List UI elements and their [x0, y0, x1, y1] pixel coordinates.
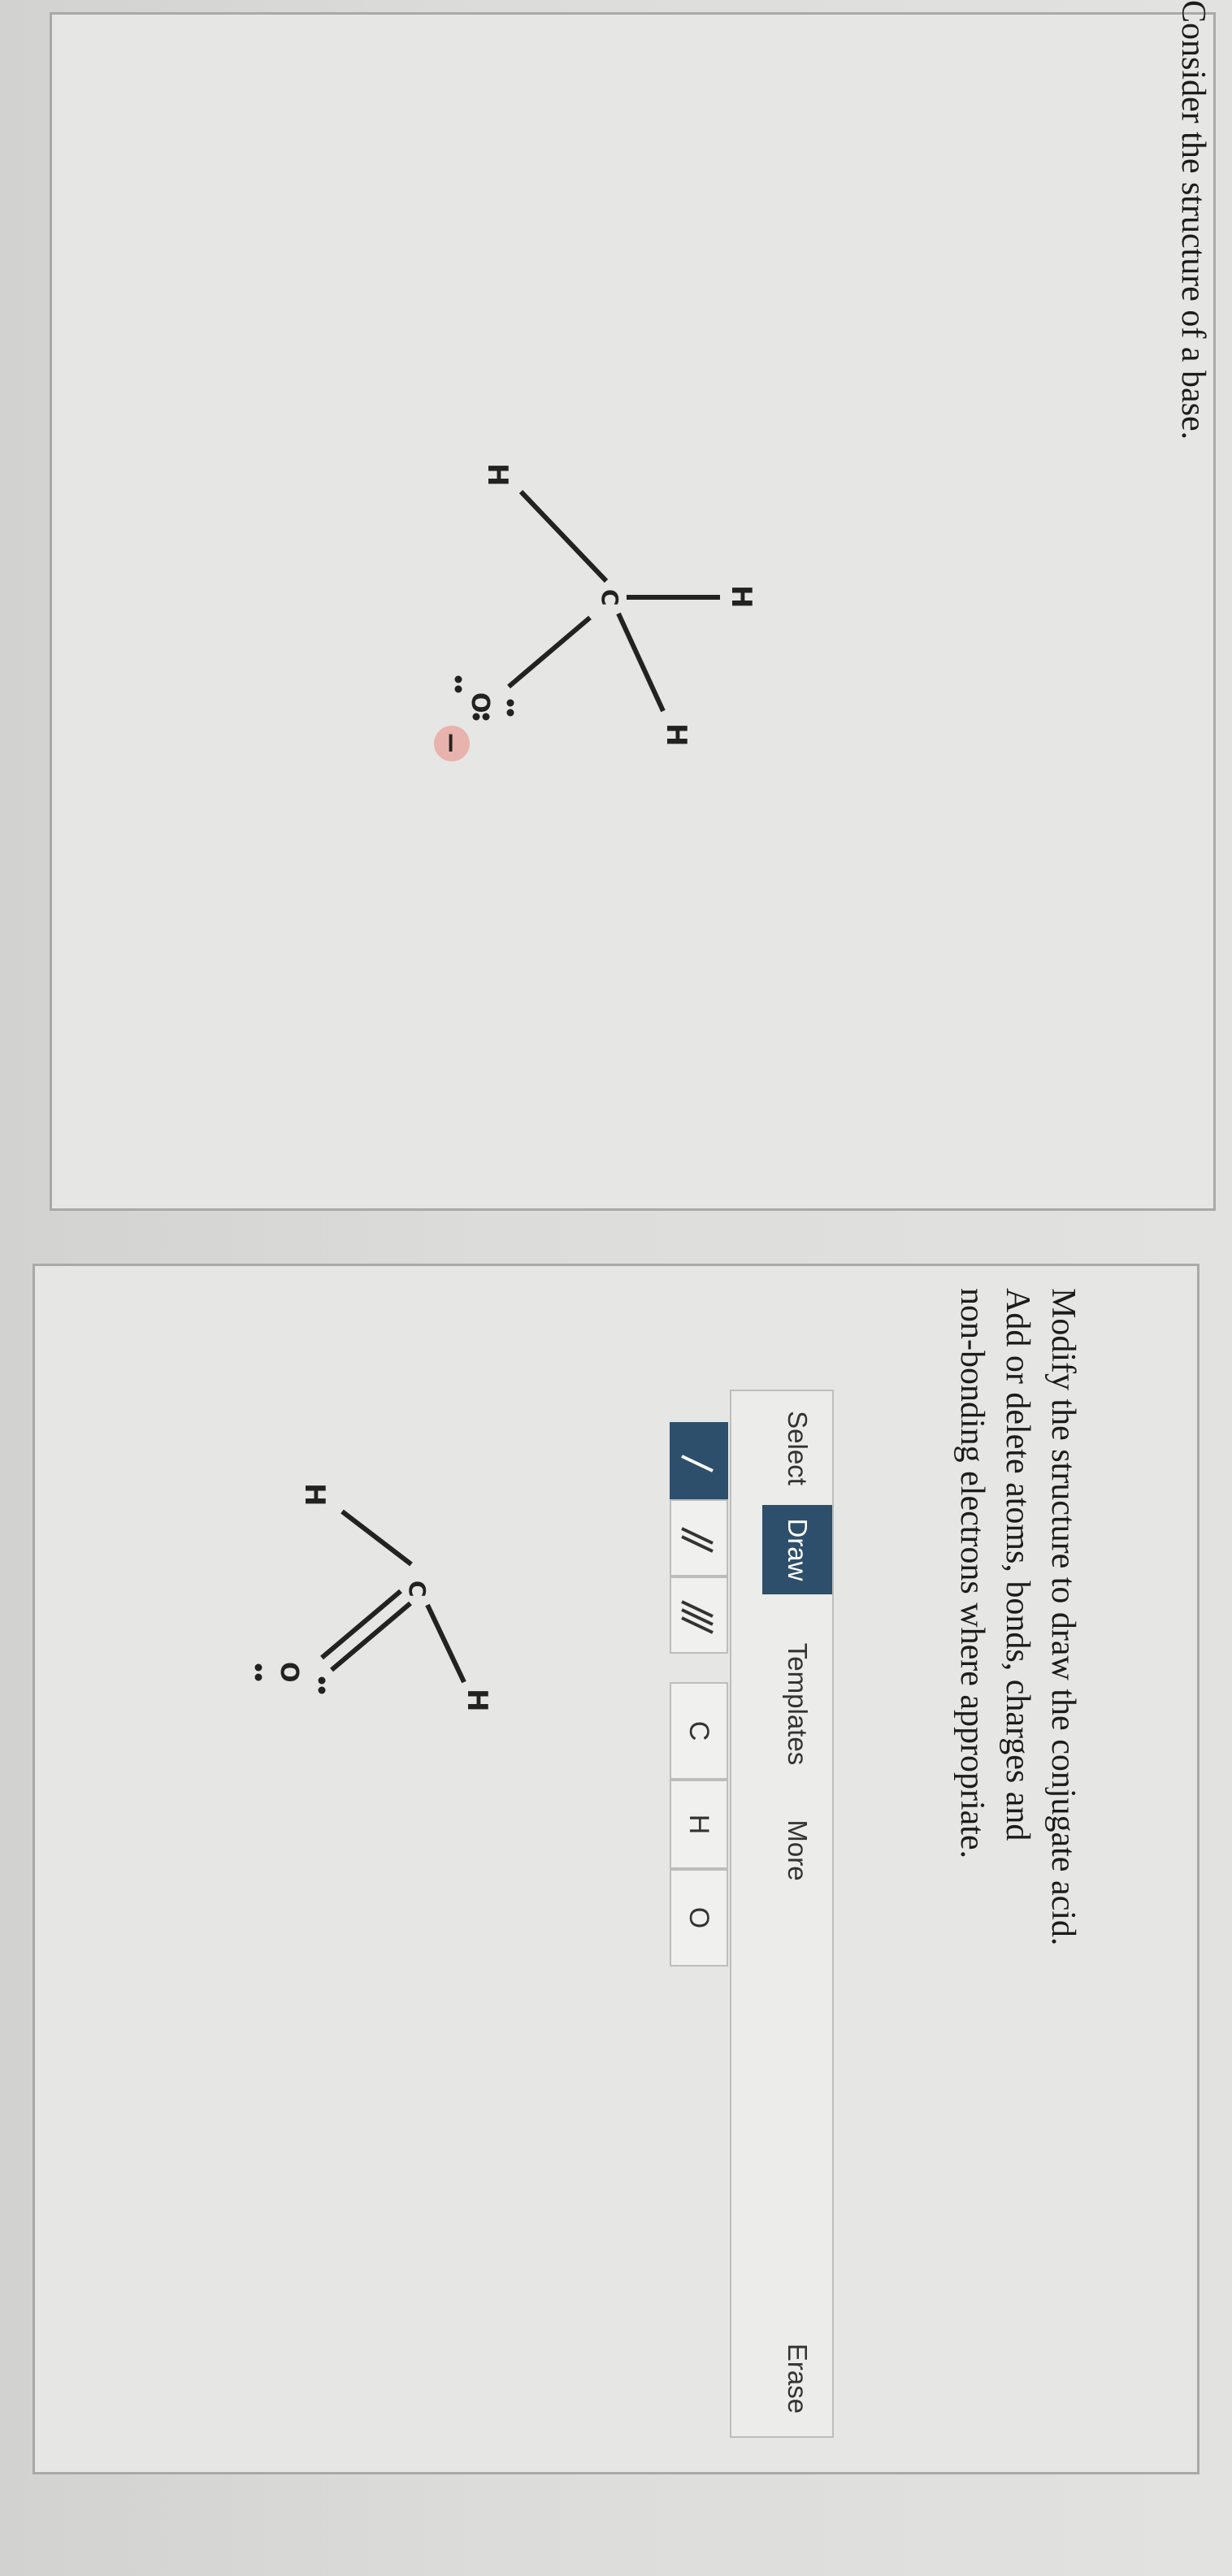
atom-c-button[interactable]: C [670, 1682, 728, 1780]
acid-prompt: Modify the structure to draw the conjuga… [949, 1288, 1086, 2263]
bond-c-h-left [341, 1509, 413, 1567]
screen: Consider the structure of a base. Modify… [0, 0, 1232, 2576]
double-bond-button[interactable] [670, 1499, 728, 1576]
atom-h-left: H [481, 463, 514, 486]
drawing-toolbar: Select Draw Templates More Erase [730, 1390, 834, 2438]
lone-pair-dot [254, 1673, 262, 1681]
lone-pair-dot [506, 699, 514, 707]
atom-h-top: H [725, 585, 757, 608]
bond-c-h-right [425, 1603, 466, 1684]
atom-c: C [404, 1581, 431, 1598]
bond-c-o [507, 615, 592, 689]
double-bond-icon [681, 1527, 714, 1553]
bond-c-h-left [518, 489, 609, 583]
lone-pair-dot [454, 685, 462, 693]
single-bond-button[interactable] [670, 1422, 728, 1499]
bond-c-h-right [616, 612, 666, 713]
tab-select[interactable]: Select [762, 1391, 832, 1505]
atom-o-button[interactable]: O [670, 1869, 728, 1967]
triple-bond-icon [681, 1600, 714, 1634]
lone-pair-dot [472, 713, 480, 721]
lone-pair-dot [506, 709, 514, 717]
atom-h-button[interactable]: H [670, 1780, 728, 1869]
atom-h-right: H [461, 1689, 493, 1711]
single-bond-icon [681, 1455, 714, 1472]
lone-pair-dot [482, 713, 490, 721]
lone-pair-dot [318, 1686, 326, 1694]
atom-h-right: H [660, 723, 692, 746]
tab-templates[interactable]: Templates [762, 1611, 832, 1798]
tab-draw[interactable]: Draw [762, 1505, 832, 1594]
tab-more[interactable]: More [762, 1802, 832, 1899]
base-molecule: H C H H O − [434, 463, 757, 761]
negative-charge: − [435, 731, 467, 755]
triple-bond-button[interactable] [670, 1576, 728, 1654]
base-prompt: Consider the structure of a base. [1174, 0, 1212, 440]
acid-prompt-line-3: non-bonding electrons where appropriate. [953, 1288, 991, 1859]
atom-o: O [466, 692, 494, 713]
lone-pair-dot [318, 1676, 326, 1685]
acid-prompt-line-2: Add or delete atoms, bonds, charges and [999, 1288, 1036, 1841]
atom-o: O [275, 1662, 303, 1683]
acid-prompt-line-1: Modify the structure to draw the conjuga… [1044, 1288, 1082, 1946]
acid-molecule[interactable]: C H H O [208, 1479, 517, 1837]
lone-pair-dot [254, 1663, 262, 1672]
atom-h-left: H [298, 1483, 331, 1506]
atom-c: C [596, 589, 623, 606]
lone-pair-dot [454, 675, 462, 683]
erase-button[interactable]: Erase [762, 2326, 832, 2431]
